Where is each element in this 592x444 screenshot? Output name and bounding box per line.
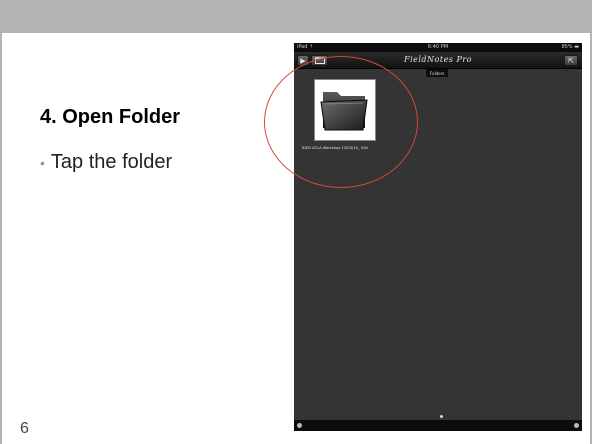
export-button[interactable]: ⇱	[564, 55, 578, 66]
export-icon: ⇱	[568, 57, 574, 65]
slide-title: 4. Open Folder	[40, 106, 181, 128]
bullet-marker: •	[40, 154, 45, 171]
slide-left-border	[0, 33, 2, 444]
status-time: 6:40 PM	[427, 44, 449, 50]
ios-status-bar: iPad ⇡ 6:40 PM 85% ▬	[294, 43, 582, 52]
app-bottom-bar	[294, 420, 582, 431]
status-battery: 85% ▬	[561, 44, 579, 50]
page-number: 6	[20, 420, 29, 437]
folders-section-label: Folders	[426, 69, 449, 77]
bullet-item: • Tap the folder	[40, 151, 172, 174]
slide: 4. Open Folder • Tap the folder 6 iPad ⇡…	[0, 0, 592, 444]
highlight-circle	[264, 56, 418, 188]
settings-icon[interactable]	[297, 423, 302, 428]
bullet-text: Tap the folder	[50, 151, 173, 173]
slide-header-bar	[0, 0, 592, 33]
page-indicator-dot	[440, 415, 443, 418]
settings-icon[interactable]	[574, 423, 579, 428]
